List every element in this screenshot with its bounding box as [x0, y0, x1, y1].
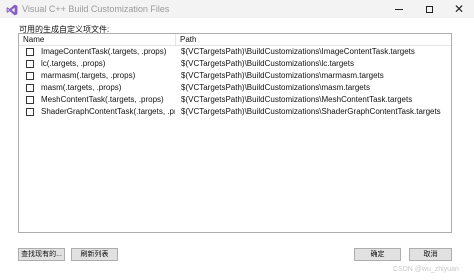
file-name: masm(.targets, .props) — [41, 83, 122, 92]
row-checkbox[interactable] — [26, 48, 34, 56]
list-header: Name Path — [19, 34, 451, 46]
window-title: Visual C++ Build Customization Files — [22, 4, 170, 14]
list-item[interactable]: MeshContentTask(.targets, .props) $(VCTa… — [19, 94, 451, 106]
minimize-button[interactable] — [384, 0, 414, 18]
list-item[interactable]: ShaderGraphContentTask(.targets, .props)… — [19, 106, 451, 118]
list-item[interactable]: lc(.targets, .props) $(VCTargetsPath)\Bu… — [19, 58, 451, 70]
list-item[interactable]: marmasm(.targets, .props) $(VCTargetsPat… — [19, 70, 451, 82]
visual-studio-icon — [6, 3, 18, 16]
maximize-icon — [425, 5, 433, 13]
close-icon: ✕ — [453, 2, 465, 16]
cancel-button[interactable]: 取消 — [409, 248, 452, 261]
file-path: $(VCTargetsPath)\BuildCustomizations\Sha… — [181, 107, 441, 116]
list-item[interactable]: masm(.targets, .props) $(VCTargetsPath)\… — [19, 82, 451, 94]
file-path: $(VCTargetsPath)\BuildCustomizations\Mes… — [181, 95, 413, 104]
close-button[interactable]: ✕ — [444, 0, 474, 18]
list-item[interactable]: ImageContentTask(.targets, .props) $(VCT… — [19, 46, 451, 58]
refresh-list-button[interactable]: 刷新列表 — [71, 248, 118, 261]
maximize-button[interactable] — [414, 0, 444, 18]
file-path: $(VCTargetsPath)\BuildCustomizations\mar… — [181, 71, 384, 80]
file-name: lc(.targets, .props) — [41, 59, 106, 68]
file-name: MeshContentTask(.targets, .props) — [41, 95, 164, 104]
watermark: CSDN @wu_zhiyuan — [393, 266, 459, 273]
file-name: ShaderGraphContentTask(.targets, .props) — [41, 107, 175, 116]
customization-files-list[interactable]: Name Path ImageContentTask(.targets, .pr… — [18, 33, 452, 233]
ok-button[interactable]: 确定 — [354, 248, 401, 261]
find-existing-button[interactable]: 查找现有的... — [18, 248, 65, 261]
row-checkbox[interactable] — [26, 96, 34, 104]
title-bar: Visual C++ Build Customization Files ✕ — [0, 0, 474, 18]
file-path: $(VCTargetsPath)\BuildCustomizations\mas… — [181, 83, 370, 92]
file-name: ImageContentTask(.targets, .props) — [41, 47, 167, 56]
file-path: $(VCTargetsPath)\BuildCustomizations\Ima… — [181, 47, 415, 56]
row-checkbox[interactable] — [26, 60, 34, 68]
minimize-icon — [395, 8, 403, 10]
column-header-path[interactable]: Path — [180, 35, 196, 44]
file-name: marmasm(.targets, .props) — [41, 71, 136, 80]
row-checkbox[interactable] — [26, 72, 34, 80]
column-divider[interactable] — [175, 34, 176, 45]
row-checkbox[interactable] — [26, 108, 34, 116]
column-header-name[interactable]: Name — [23, 35, 44, 44]
row-checkbox[interactable] — [26, 84, 34, 92]
file-path: $(VCTargetsPath)\BuildCustomizations\lc.… — [181, 59, 354, 68]
